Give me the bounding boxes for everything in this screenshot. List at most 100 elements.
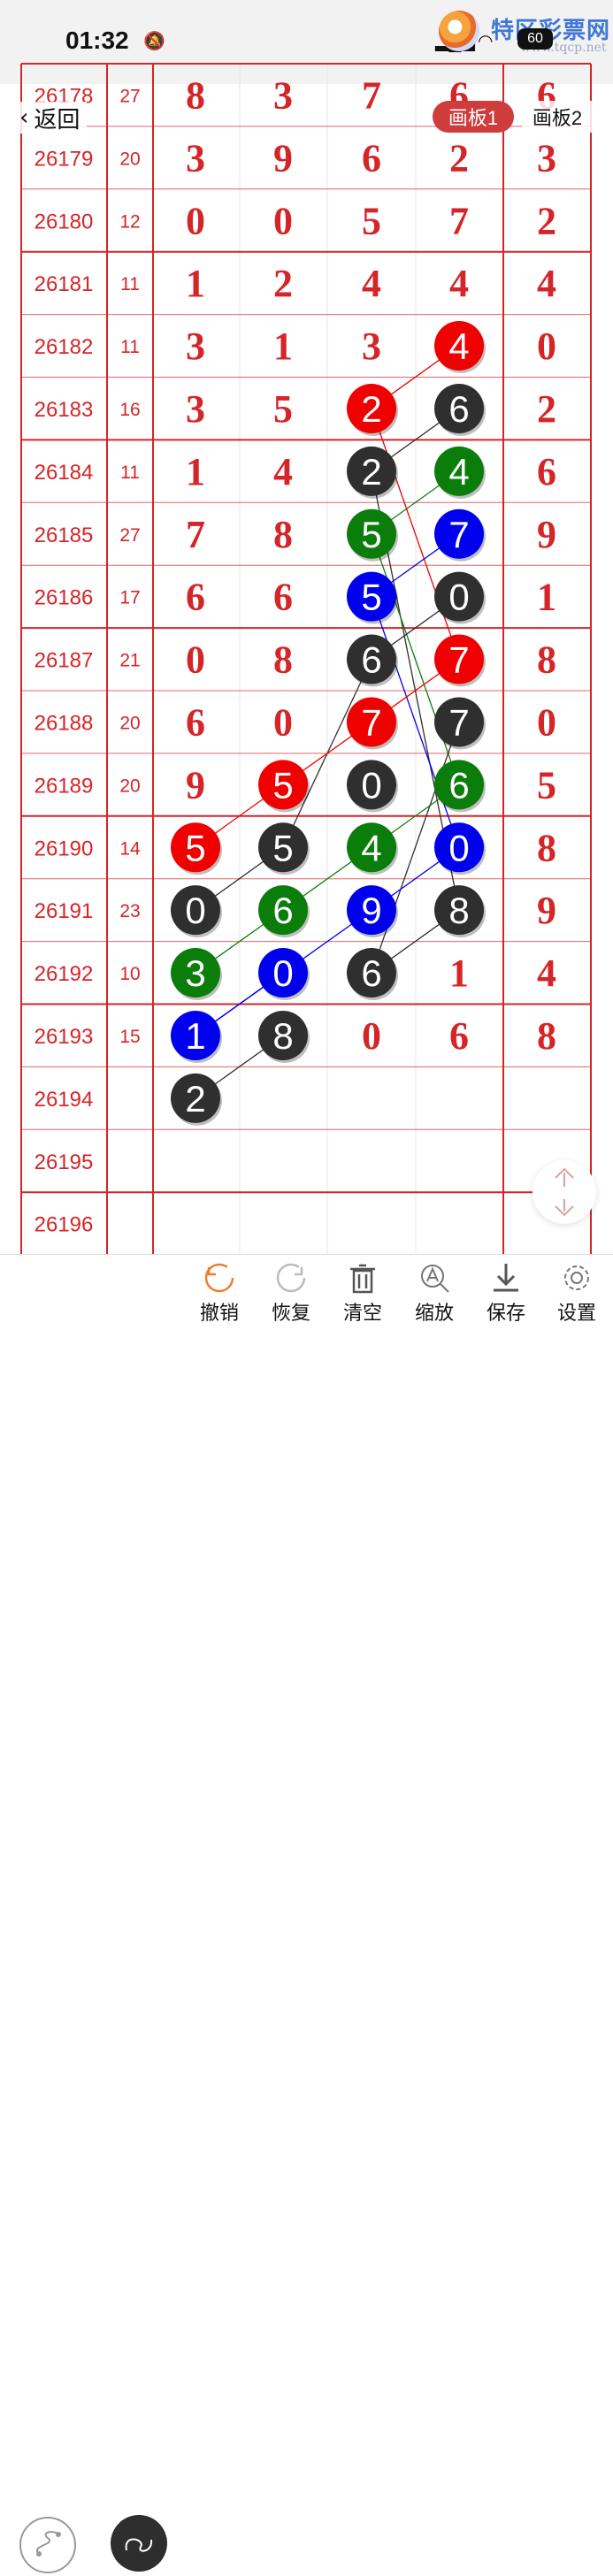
gear-icon (564, 1265, 589, 1290)
ball-digit: 2 (185, 1078, 205, 1120)
ball-digit: 5 (361, 577, 381, 618)
ball-digit: 5 (185, 827, 205, 868)
sum-value: 27 (119, 86, 140, 106)
sum-value: 15 (119, 1027, 140, 1047)
ball-digit: 6 (272, 890, 293, 931)
ball-digit: 7 (448, 639, 469, 681)
ball-digit: 4 (448, 451, 469, 493)
digit-value: 3 (273, 73, 293, 117)
digit-value: 2 (449, 136, 469, 180)
issue-number: 26189 (34, 774, 94, 798)
digit-value: 7 (449, 199, 469, 242)
digit-value: 4 (449, 262, 469, 305)
digit-value: 1 (449, 952, 469, 995)
issue-number: 26184 (34, 461, 94, 485)
digit-value: 8 (186, 73, 205, 117)
back-button[interactable]: ‹ 返回 (19, 102, 88, 134)
settings-button[interactable]: 设置 (541, 1255, 612, 1327)
digit-value: 2 (537, 387, 556, 431)
issue-number: 26187 (34, 649, 94, 673)
undo-button[interactable]: 撤销 (184, 1255, 255, 1327)
digit-value: 7 (362, 73, 381, 117)
ball-digit: 3 (185, 952, 205, 994)
ball-digit: 6 (448, 764, 469, 806)
sum-value: 11 (120, 462, 140, 483)
sum-value: 23 (119, 901, 140, 921)
digit-value: 8 (537, 638, 556, 682)
ball-digit: 2 (361, 388, 381, 430)
clear-label: 清空 (342, 1302, 382, 1324)
ball-digit: 1 (185, 1015, 205, 1057)
zoom-icon (421, 1265, 449, 1293)
digit-value: 2 (537, 199, 556, 242)
digit-value: 3 (186, 325, 205, 368)
tab-board-2[interactable]: 画板2 (522, 101, 593, 133)
bottom-toolbar: 撤销 恢复 清空 缩放 保存 设置 (0, 1254, 613, 2573)
scroll-toggle-button[interactable] (533, 1160, 596, 1224)
digit-value: 4 (537, 952, 556, 995)
ball-digit: 8 (272, 1015, 293, 1057)
sum-value: 20 (119, 776, 140, 796)
ball-digit: 6 (361, 952, 381, 994)
redo-label: 恢复 (271, 1302, 310, 1324)
download-icon (494, 1264, 518, 1292)
settings-label: 设置 (556, 1302, 596, 1324)
sum-value: 20 (119, 713, 140, 733)
issue-number: 26183 (34, 398, 94, 422)
sum-value: 27 (119, 525, 140, 546)
chevron-left-icon: ‹ (19, 104, 29, 131)
digit-value: 5 (537, 763, 556, 806)
issue-number: 26192 (34, 962, 94, 986)
digit-value: 1 (186, 450, 205, 493)
issue-number: 26186 (34, 586, 94, 610)
digit-value: 5 (362, 199, 381, 242)
digit-value: 6 (273, 576, 293, 619)
ball-digit: 4 (448, 325, 469, 367)
digit-value: 0 (537, 700, 556, 744)
ball-digit: 6 (361, 639, 381, 681)
save-button[interactable]: 保存 (471, 1255, 541, 1327)
redo-button[interactable]: 恢复 (256, 1255, 326, 1327)
redo-icon (276, 1263, 306, 1293)
sum-value: 11 (120, 337, 140, 357)
digit-value: 9 (537, 889, 556, 932)
pen-thin-button[interactable] (19, 2517, 76, 2573)
ball-digit: 5 (272, 764, 293, 806)
digit-value: 8 (273, 638, 293, 682)
issue-number: 26179 (34, 147, 94, 171)
tab-board-1[interactable]: 画板1 (433, 101, 514, 133)
issue-number: 26182 (34, 335, 94, 359)
digit-value: 8 (273, 513, 293, 556)
digit-value: 9 (537, 513, 556, 556)
ball-digit: 5 (272, 827, 293, 868)
digit-value: 6 (449, 1014, 469, 1058)
digit-value: 9 (186, 763, 205, 806)
issue-number: 26194 (34, 1088, 94, 1112)
ball-digit: 8 (448, 890, 469, 931)
zoom-label: 缩放 (414, 1302, 454, 1324)
undo-label: 撤销 (199, 1302, 239, 1324)
digit-value: 1 (537, 576, 556, 619)
curve-pen-icon (35, 2531, 61, 2557)
zoom-button[interactable]: 缩放 (399, 1255, 470, 1327)
ball-digit: 2 (361, 451, 381, 493)
clear-button[interactable]: 清空 (327, 1255, 398, 1327)
digit-value: 0 (273, 700, 293, 744)
draw-board[interactable]: 26178 27 8 3 7 6 626179 20 3 9 6 2 326180 12 0 0 5 7 22618… (0, 0, 613, 1326)
digit-value: 4 (537, 262, 556, 305)
ball-digit: 6 (448, 388, 469, 430)
digit-value: 1 (186, 262, 205, 305)
undo-icon (204, 1263, 234, 1293)
digit-value: 6 (186, 576, 205, 619)
digit-value: 3 (362, 325, 381, 368)
sum-value: 16 (119, 400, 140, 420)
pen-curve-button[interactable] (111, 2515, 167, 2572)
ball-digit: 0 (272, 952, 293, 994)
digit-value: 8 (537, 826, 556, 869)
ball-digit: 7 (448, 514, 469, 555)
issue-number: 26188 (34, 711, 94, 735)
ball-digit: 7 (448, 701, 469, 743)
ball-digit: 0 (448, 577, 469, 618)
save-label: 保存 (486, 1302, 525, 1324)
digit-value: 6 (362, 136, 381, 180)
